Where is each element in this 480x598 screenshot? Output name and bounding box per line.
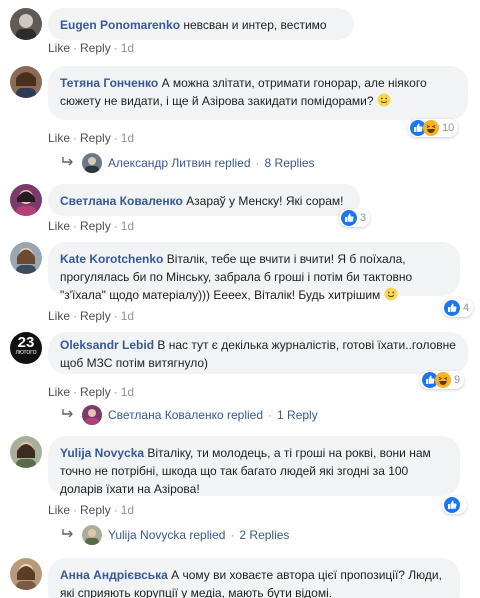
separator: ·	[113, 503, 118, 517]
separator: ·	[73, 503, 78, 517]
view-replies[interactable]: Yulija Novycka replied · 2 Replies	[62, 525, 289, 545]
avatar[interactable]	[10, 66, 42, 98]
comment-bubble: Светлана Коваленко Азараў у Менску! Які …	[48, 184, 360, 216]
reactions-badge[interactable]: 10	[408, 119, 459, 137]
comment-actions: Like · Reply · 1d	[48, 308, 134, 324]
reply-arrow-icon	[62, 154, 74, 172]
comment-author[interactable]: Eugen Ponomarenko	[60, 18, 180, 32]
reply-link[interactable]: Reply	[80, 309, 111, 323]
like-link[interactable]: Like	[48, 41, 70, 55]
avatar[interactable]	[82, 405, 102, 425]
reactions-badge[interactable]	[442, 496, 467, 514]
avatar[interactable]: 23 ЛЮТОГО	[10, 332, 42, 364]
separator: ·	[73, 219, 78, 233]
view-replies[interactable]: Светлана Коваленко replied · 1 Reply	[62, 405, 318, 425]
avatar[interactable]	[82, 525, 102, 545]
smile-emoji-icon	[384, 287, 398, 301]
reaction-count: 4	[463, 302, 470, 314]
avatar[interactable]	[82, 153, 102, 173]
comment-actions: Like · Reply · 1d	[48, 218, 134, 234]
comment-actions: Like · Reply · 1d	[48, 502, 134, 518]
avatar[interactable]	[10, 8, 42, 40]
reply-arrow-icon	[62, 406, 74, 424]
separator: ·	[255, 156, 260, 170]
reply-link[interactable]: Reply	[80, 503, 111, 517]
comment-author[interactable]: Oleksandr Lebid	[60, 338, 154, 352]
comment-author[interactable]: Анна Андрієвська	[60, 568, 168, 582]
reply-author: Yulija Novycka replied	[108, 528, 226, 542]
reaction-count: 10	[442, 122, 455, 134]
avatar[interactable]	[10, 184, 42, 216]
reactions-badge[interactable]: 9	[420, 371, 465, 389]
reply-link[interactable]: Reply	[80, 41, 111, 55]
comment-bubble: Oleksandr Lebid В нас тут є декілька жур…	[48, 332, 468, 374]
separator: ·	[73, 131, 78, 145]
separator: ·	[113, 219, 118, 233]
separator: ·	[230, 528, 235, 542]
timestamp[interactable]: 1d	[121, 131, 134, 145]
timestamp[interactable]: 1d	[121, 503, 134, 517]
like-link[interactable]: Like	[48, 309, 70, 323]
separator: ·	[113, 131, 118, 145]
avatar-month: ЛЮТОГО	[15, 350, 37, 356]
comment-author[interactable]: Тетяна Гонченко	[60, 76, 158, 90]
comment-author[interactable]: Светлана Коваленко	[60, 194, 183, 208]
timestamp[interactable]: 1d	[121, 219, 134, 233]
comment-text: невсван и интер, вестимо	[183, 18, 327, 32]
like-link[interactable]: Like	[48, 385, 70, 399]
comment-author[interactable]: Yulija Novycka	[60, 446, 144, 460]
smile-emoji-icon	[377, 93, 391, 107]
comment-actions: Like · Reply · 1d	[48, 384, 134, 400]
like-icon	[341, 210, 357, 226]
like-link[interactable]: Like	[48, 503, 70, 517]
avatar-day: 23	[17, 334, 35, 351]
reactions-badge[interactable]: 3	[339, 209, 371, 227]
comment-actions: Like · Reply · 1d	[48, 40, 134, 56]
separator: ·	[113, 309, 118, 323]
haha-icon	[423, 120, 439, 136]
reaction-count: 9	[454, 374, 461, 386]
separator: ·	[73, 41, 78, 55]
timestamp[interactable]: 1d	[121, 309, 134, 323]
reaction-count: 3	[360, 212, 367, 224]
comment-bubble: Eugen Ponomarenko невсван и интер, вести…	[48, 8, 354, 40]
avatar[interactable]	[10, 436, 42, 468]
like-icon	[444, 300, 460, 316]
comment-actions: Like · Reply · 1d	[48, 130, 134, 146]
comment-author[interactable]: Kate Korotchenko	[60, 252, 163, 266]
reply-arrow-icon	[62, 526, 74, 544]
like-icon	[444, 497, 460, 513]
separator: ·	[113, 385, 118, 399]
timestamp[interactable]: 1d	[121, 385, 134, 399]
separator: ·	[113, 41, 118, 55]
view-replies[interactable]: Александр Литвин replied · 8 Replies	[62, 153, 315, 173]
reply-author: Светлана Коваленко replied	[108, 408, 264, 422]
like-link[interactable]: Like	[48, 219, 70, 233]
reply-link[interactable]: Reply	[80, 219, 111, 233]
reply-link[interactable]: Reply	[80, 385, 111, 399]
separator: ·	[73, 309, 78, 323]
separator: ·	[268, 408, 273, 422]
comment-bubble: Kate Korotchenko Віталік, тебе ще вчити …	[48, 242, 460, 302]
avatar[interactable]	[10, 242, 42, 274]
haha-icon	[435, 372, 451, 388]
like-link[interactable]: Like	[48, 131, 70, 145]
separator: ·	[73, 385, 78, 399]
reactions-badge[interactable]: 4	[442, 299, 474, 317]
reply-count: 1 Reply	[277, 408, 318, 422]
comment-bubble: Тетяна Гонченко А можна злітати, отримат…	[48, 66, 468, 120]
comment-bubble: Yulija Novycka Віталіку, ти молодець, а …	[48, 436, 460, 496]
comments-thread: Eugen Ponomarenko невсван и интер, вести…	[0, 0, 480, 598]
reply-link[interactable]: Reply	[80, 131, 111, 145]
comment-bubble: Анна Андрієвська А чому ви ховаєте автор…	[48, 558, 460, 598]
timestamp[interactable]: 1d	[121, 41, 134, 55]
avatar[interactable]	[10, 558, 42, 590]
reply-author: Александр Литвин replied	[108, 156, 251, 170]
reply-count: 2 Replies	[239, 528, 290, 542]
comment-text: Азараў у Менску! Які сорам!	[186, 194, 344, 208]
reply-count: 8 Replies	[264, 156, 315, 170]
